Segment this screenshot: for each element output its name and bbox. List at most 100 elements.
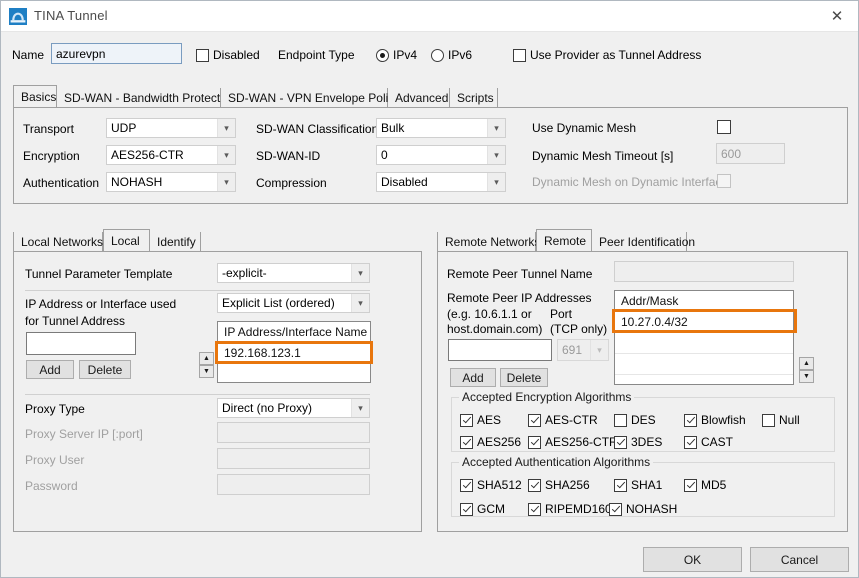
authentication-combo[interactable]: NOHASH ▾ xyxy=(106,172,236,192)
tunnel-parameter-template-combo[interactable]: -explicit- ▾ xyxy=(217,263,370,283)
tab-label: Basics xyxy=(21,89,57,104)
list-item[interactable]: 10.27.0.4/32 xyxy=(615,312,793,333)
remote-delete-button[interactable]: Delete xyxy=(500,368,548,387)
local-delete-button[interactable]: Delete xyxy=(79,360,131,379)
sdwan-classification-value: Bulk xyxy=(381,121,405,135)
tab-scripts[interactable]: Scripts xyxy=(450,88,498,107)
algo-aes-ctr-checkbox[interactable]: AES-CTR xyxy=(528,413,598,427)
tab-label: Peer Identification xyxy=(599,234,696,249)
tab-local[interactable]: Local xyxy=(103,229,150,251)
dynamic-mesh-timeout-input[interactable]: 600 xyxy=(716,143,785,164)
endpoint-type-label: Endpoint Type xyxy=(278,48,355,62)
checkbox-box xyxy=(762,413,775,427)
divider xyxy=(25,394,370,395)
list-item[interactable]: 192.168.123.1 xyxy=(218,343,370,364)
algo-null-checkbox[interactable]: Null xyxy=(762,413,800,427)
checkbox-box xyxy=(528,413,541,427)
remote-peer-ip-input[interactable] xyxy=(448,339,552,361)
auth-gcm-checkbox[interactable]: GCM xyxy=(460,502,505,516)
left-tabs: Local Networks Local Identify xyxy=(13,229,422,251)
remote-peer-ip-label: Remote Peer IP Addresses xyxy=(447,291,592,305)
ok-button[interactable]: OK xyxy=(643,547,742,572)
spinner-up-icon[interactable]: ▲ xyxy=(199,352,214,365)
auth-nohash-checkbox[interactable]: NOHASH xyxy=(609,502,677,516)
cancel-button[interactable]: Cancel xyxy=(750,547,849,572)
proxy-type-label: Proxy Type xyxy=(25,402,85,416)
tab-peer-identification[interactable]: Peer Identification xyxy=(592,232,695,251)
remote-peer-tunnel-name-input[interactable] xyxy=(614,261,794,282)
remote-list-spinner[interactable]: ▲ ▼ xyxy=(799,357,814,383)
checkbox-box xyxy=(614,435,627,449)
checkbox-box xyxy=(528,435,541,449)
local-ip-list[interactable]: IP Address/Interface Name 192.168.123.1 xyxy=(217,321,371,383)
spinner-down-icon[interactable]: ▼ xyxy=(199,365,214,378)
auth-md5-checkbox[interactable]: MD5 xyxy=(684,478,726,492)
tab-identify[interactable]: Identify xyxy=(150,232,201,251)
auth-sha1-checkbox[interactable]: SHA1 xyxy=(614,478,662,492)
spinner-up-icon[interactable]: ▲ xyxy=(799,357,814,370)
tunnel-parameter-template-label: Tunnel Parameter Template xyxy=(25,267,173,281)
checkbox-box xyxy=(460,478,473,492)
tab-remote-networks[interactable]: Remote Networks xyxy=(437,232,540,251)
algo-aes-checkbox[interactable]: AES xyxy=(460,413,501,427)
divider xyxy=(25,290,370,291)
list-item[interactable] xyxy=(615,375,793,384)
proxy-type-combo[interactable]: Direct (no Proxy) ▾ xyxy=(217,398,370,418)
remote-addr-list[interactable]: Addr/Mask 10.27.0.4/32 xyxy=(614,290,794,385)
disabled-checkbox[interactable]: Disabled xyxy=(196,48,260,62)
algo-label: AES256-CTR xyxy=(545,435,618,449)
chevron-down-icon: ▾ xyxy=(487,173,505,191)
remote-peer-ip-hint-line2: host.domain.com) xyxy=(447,322,543,336)
chevron-down-icon: ▾ xyxy=(217,146,235,164)
algo-cast-checkbox[interactable]: CAST xyxy=(684,435,733,449)
chevron-down-icon: ▾ xyxy=(351,264,369,282)
list-item[interactable] xyxy=(218,364,370,382)
tab-sdwan-bandwidth-protection[interactable]: SD-WAN - Bandwidth Protection xyxy=(57,88,236,107)
radio-ipv4[interactable]: IPv4 xyxy=(376,48,417,62)
compression-combo[interactable]: Disabled ▾ xyxy=(376,172,506,192)
sdwan-id-combo[interactable]: 0 ▾ xyxy=(376,145,506,165)
chevron-down-icon: ▾ xyxy=(590,340,608,360)
use-provider-checkbox[interactable]: Use Provider as Tunnel Address xyxy=(513,48,701,62)
algo-aes256-ctr-checkbox[interactable]: AES256-CTR xyxy=(528,435,618,449)
encryption-combo[interactable]: AES256-CTR ▾ xyxy=(106,145,236,165)
auth-sha512-checkbox[interactable]: SHA512 xyxy=(460,478,522,492)
tab-local-networks[interactable]: Local Networks xyxy=(13,232,103,251)
name-input[interactable]: azurevpn xyxy=(51,43,182,64)
close-icon[interactable]: ✕ xyxy=(814,1,858,31)
remote-add-button[interactable]: Add xyxy=(450,368,496,387)
use-dynamic-mesh-checkbox[interactable] xyxy=(717,120,731,134)
tab-advanced[interactable]: Advanced xyxy=(388,88,450,107)
remote-peer-ip-hint-line1: (e.g. 10.6.1.1 or xyxy=(447,307,532,321)
radio-ipv6[interactable]: IPv6 xyxy=(431,48,472,62)
algo-des-checkbox[interactable]: DES xyxy=(614,413,656,427)
tab-basics[interactable]: Basics xyxy=(13,85,57,107)
algo-blowfish-checkbox[interactable]: Blowfish xyxy=(684,413,746,427)
sdwan-classification-combo[interactable]: Bulk ▾ xyxy=(376,118,506,138)
port-value: 691 xyxy=(562,343,583,357)
local-ip-input[interactable] xyxy=(26,332,136,355)
auth-label: SHA256 xyxy=(545,478,590,492)
checkbox-box xyxy=(614,478,627,492)
local-list-spinner[interactable]: ▲ ▼ xyxy=(199,352,214,378)
list-item[interactable] xyxy=(615,333,793,354)
ip-mode-combo[interactable]: Explicit List (ordered) ▾ xyxy=(217,293,370,313)
tab-sdwan-vpn-envelope-policy[interactable]: SD-WAN - VPN Envelope Policy xyxy=(221,88,400,107)
checkbox-box xyxy=(528,478,541,492)
spinner-down-icon[interactable]: ▼ xyxy=(799,370,814,383)
auth-ripemd160-checkbox[interactable]: RIPEMD160 xyxy=(528,502,612,516)
checkbox-box xyxy=(684,478,697,492)
transport-combo[interactable]: UDP ▾ xyxy=(106,118,236,138)
algo-label: AES xyxy=(477,413,502,427)
chevron-down-icon: ▾ xyxy=(351,294,369,312)
checkbox-box xyxy=(513,48,526,62)
algo-aes256-checkbox[interactable]: AES256 xyxy=(460,435,521,449)
local-add-button[interactable]: Add xyxy=(26,360,74,379)
tab-remote[interactable]: Remote xyxy=(536,229,592,251)
algo-3des-checkbox[interactable]: 3DES xyxy=(614,435,662,449)
auth-sha256-checkbox[interactable]: SHA256 xyxy=(528,478,590,492)
ipv6-label: IPv6 xyxy=(448,48,473,62)
ip-or-interface-label-line2: for Tunnel Address xyxy=(25,314,126,328)
password-label: Password xyxy=(25,479,78,493)
list-item[interactable] xyxy=(615,354,793,375)
